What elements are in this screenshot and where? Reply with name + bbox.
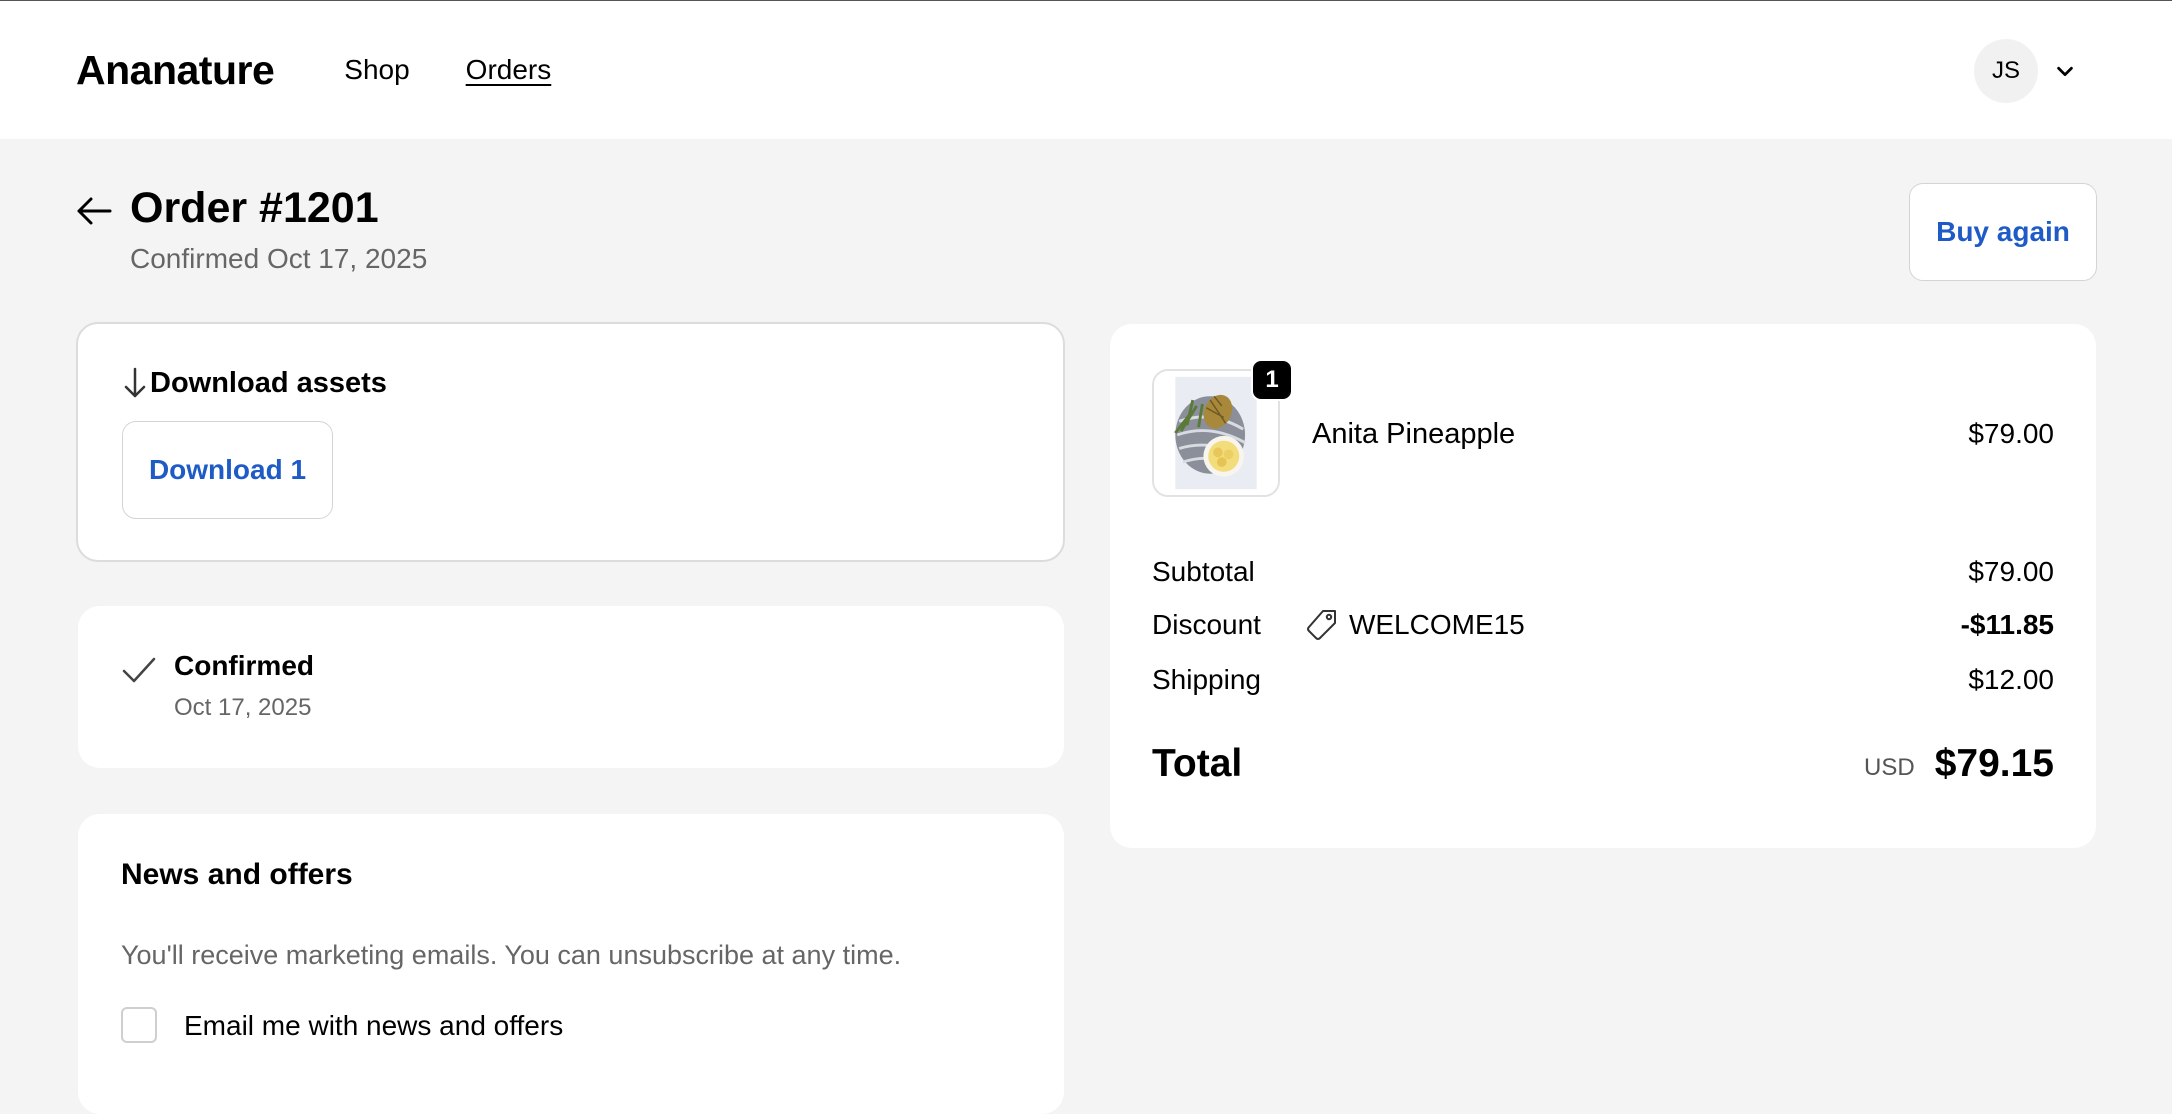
discount-value: -$11.85 xyxy=(1960,609,2054,640)
product-price: $79.00 xyxy=(1968,418,2054,449)
news-title: News and offers xyxy=(121,858,353,891)
main-nav: Shop Orders xyxy=(344,54,551,86)
order-status-card: Confirmed Oct 17, 2025 xyxy=(78,606,1064,768)
chevron-down-icon[interactable] xyxy=(2054,60,2076,82)
download-assets-heading: Download assets xyxy=(122,366,387,400)
avatar[interactable]: JS xyxy=(1974,39,2038,103)
total-label: Total xyxy=(1152,742,1243,785)
download-button[interactable]: Download 1 xyxy=(122,421,333,519)
tag-icon xyxy=(1306,610,1336,640)
site-header: Ananature Shop Orders JS xyxy=(0,1,2172,139)
subtotal-label: Subtotal xyxy=(1152,556,1255,587)
news-description: You'll receive marketing emails. You can… xyxy=(121,940,902,970)
download-icon xyxy=(124,367,146,398)
status-date: Oct 17, 2025 xyxy=(174,694,312,721)
order-confirmed-date: Confirmed Oct 17, 2025 xyxy=(130,243,428,274)
check-icon xyxy=(122,657,156,683)
nav-shop[interactable]: Shop xyxy=(344,54,409,86)
total-row: Total USD $79.15 xyxy=(1152,742,2054,786)
discount-code: WELCOME15 xyxy=(1348,609,1525,640)
order-summary-card: 1 Anita Pineapple $79.00 Subtotal $79.00… xyxy=(1110,324,2096,848)
buy-again-button[interactable]: Buy again xyxy=(1909,183,2097,281)
discount-code-tag: WELCOME15 xyxy=(1305,608,1525,642)
subtotal-value: $79.00 xyxy=(1968,556,2054,587)
download-assets-title: Download assets xyxy=(150,366,387,399)
back-arrow-icon[interactable] xyxy=(74,191,114,231)
order-page: Order #1201 Confirmed Oct 17, 2025 Buy a… xyxy=(0,139,2172,323)
brand-logo[interactable]: Ananature xyxy=(76,47,275,94)
news-offers-card: News and offers You'll receive marketing… xyxy=(78,814,1064,1114)
order-title-row: Order #1201 Confirmed Oct 17, 2025 Buy a… xyxy=(0,139,2172,323)
shipping-row: Shipping $12.00 xyxy=(1152,664,2054,696)
subtotal-row: Subtotal $79.00 xyxy=(1152,556,2054,588)
account-menu[interactable]: JS xyxy=(1974,39,2076,103)
currency-code: USD xyxy=(1864,754,1915,781)
status-label: Confirmed xyxy=(174,650,314,681)
nav-orders[interactable]: Orders xyxy=(466,54,552,86)
page-title: Order #1201 xyxy=(130,184,379,232)
shipping-value: $12.00 xyxy=(1968,664,2054,695)
email-optin-checkbox[interactable] xyxy=(121,1007,157,1043)
download-assets-card: Download assets Download 1 xyxy=(76,322,1065,562)
quantity-badge: 1 xyxy=(1251,359,1293,401)
discount-label: Discount xyxy=(1152,609,1261,640)
shipping-label: Shipping xyxy=(1152,664,1261,695)
total-value: $79.15 xyxy=(1934,742,2054,785)
discount-row: Discount WELCOME15 -$11.85 xyxy=(1152,608,2054,642)
product-name[interactable]: Anita Pineapple xyxy=(1312,418,1515,451)
email-optin-label[interactable]: Email me with news and offers xyxy=(184,1010,563,1042)
